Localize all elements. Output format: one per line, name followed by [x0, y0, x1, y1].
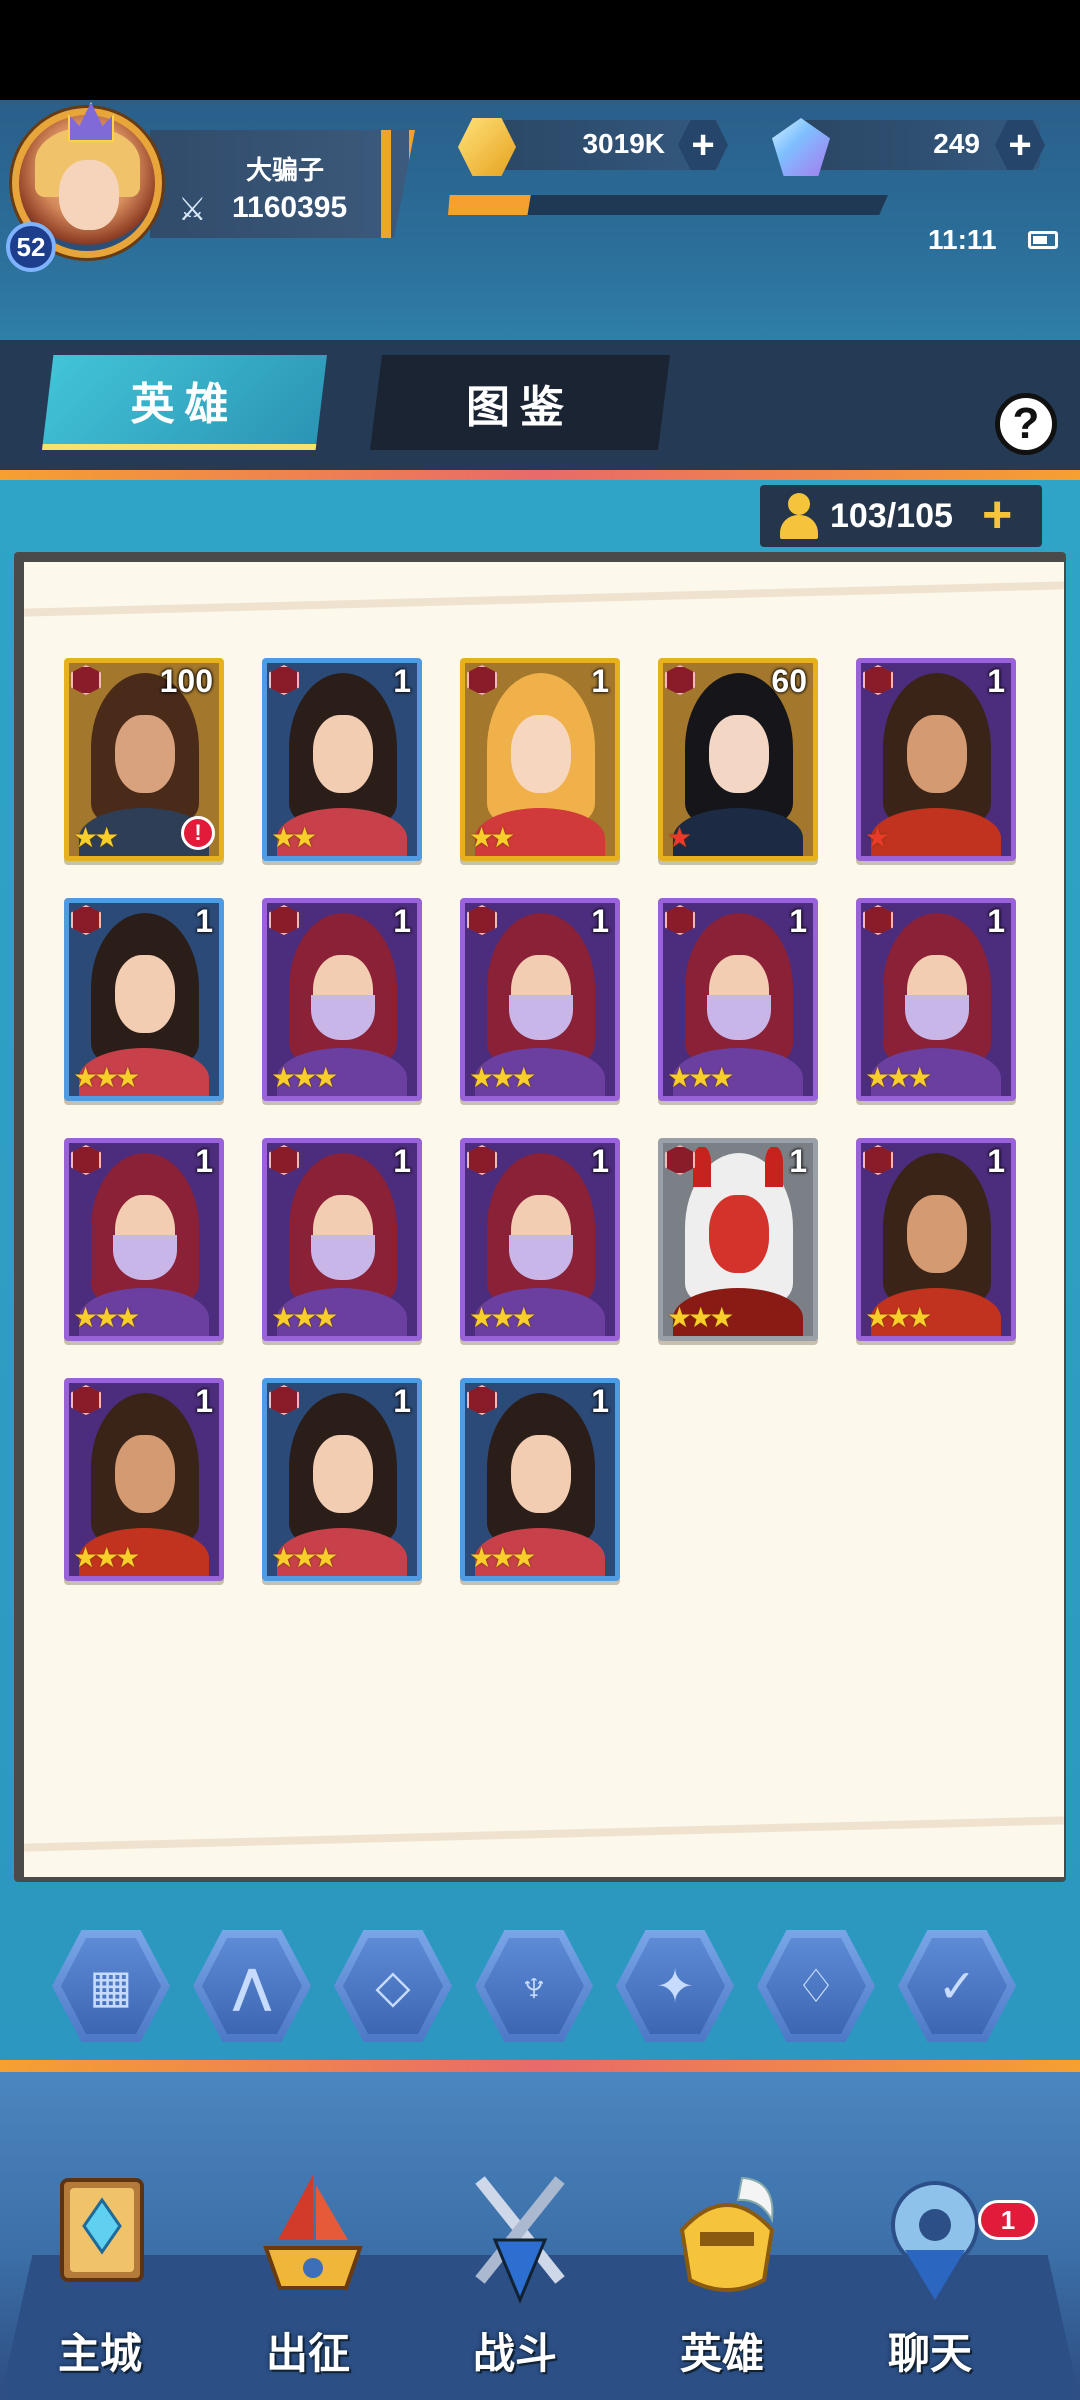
- hero-level: 1: [591, 663, 609, 699]
- hero-card[interactable]: 100 ★★!: [64, 658, 224, 861]
- nav-heroes-label: 英雄: [679, 2330, 764, 2377]
- nav-city-label: 主城: [57, 2330, 142, 2377]
- hero-stars: ★: [865, 822, 890, 853]
- hero-card[interactable]: 1 ★★★: [262, 1378, 422, 1581]
- chat-bubble-icon: [891, 2181, 979, 2300]
- class-4-icon: ✦: [625, 1938, 725, 2034]
- hero-stars: ★★★: [469, 1302, 536, 1333]
- hero-card[interactable]: 1 ★★★: [64, 898, 224, 1101]
- hero-level: 60: [771, 663, 807, 699]
- combat-power-value: 1160395: [232, 191, 348, 224]
- hero-level: 1: [987, 663, 1005, 699]
- spellbook-icon: [60, 2178, 144, 2282]
- hero-card[interactable]: 1 ★★★: [262, 898, 422, 1101]
- tab-heroes[interactable]: 英雄: [42, 355, 327, 450]
- hero-card[interactable]: 1 ★★★: [262, 1138, 422, 1341]
- hero-level: 1: [393, 663, 411, 699]
- hero-card[interactable]: 1 ★★★: [64, 1378, 224, 1581]
- crossed-swords-icon: [475, 2176, 565, 2304]
- hero-card[interactable]: 1 ★★★: [658, 1138, 818, 1341]
- clock: 11:11: [928, 224, 997, 255]
- hero-card[interactable]: 1 ★★★: [460, 898, 620, 1101]
- hero-stars: ★★★: [73, 1302, 140, 1333]
- system-status-bar: [0, 0, 1080, 100]
- hero-level: 1: [987, 1143, 1005, 1179]
- hero-stars: ★★★: [271, 1302, 338, 1333]
- hero-level: 1: [195, 1143, 213, 1179]
- player-level-badge: 52: [6, 222, 56, 272]
- hero-level: 1: [393, 1383, 411, 1419]
- hero-level: 1: [591, 1143, 609, 1179]
- class-5-icon: ♢: [766, 1938, 866, 2034]
- hero-card[interactable]: 1 ★★★: [64, 1138, 224, 1341]
- battery-icon: [1028, 231, 1058, 249]
- nav-battle-label: 战斗: [472, 2330, 557, 2377]
- hero-stars: ★: [667, 822, 692, 853]
- class-1-icon: ⋀: [202, 1938, 302, 2034]
- hero-stars: ★★★: [865, 1062, 932, 1093]
- player-name: 大骗子: [245, 155, 324, 185]
- hero-level: 1: [789, 903, 807, 939]
- hero-card[interactable]: 1 ★★★: [856, 898, 1016, 1101]
- hero-card[interactable]: 1 ★★★: [460, 1378, 620, 1581]
- hero-level: 1: [393, 903, 411, 939]
- hero-stars: ★★: [271, 822, 317, 853]
- hero-level: 1: [591, 903, 609, 939]
- hero-stars: ★★★: [271, 1062, 338, 1093]
- person-icon: [778, 493, 818, 539]
- hero-stars: ★★★: [865, 1302, 932, 1333]
- hero-card[interactable]: 1 ★★★: [658, 898, 818, 1101]
- capacity-count: 103/105: [830, 497, 953, 535]
- hero-stars: ★★: [469, 822, 515, 853]
- gold-amount: 3019K: [582, 128, 665, 159]
- chat-notification-badge: 1: [978, 2200, 1038, 2240]
- hero-level: 1: [789, 1143, 807, 1179]
- tab-codex[interactable]: 图鉴: [370, 355, 670, 450]
- class-6-icon: ✓: [907, 1938, 1007, 2034]
- hero-stars: ★★★: [667, 1062, 734, 1093]
- nav-chat-label: 聊天: [887, 2330, 972, 2377]
- divider: [0, 2060, 1080, 2072]
- hero-stars: ★★★: [667, 1302, 734, 1333]
- nav-city[interactable]: 主城: [10, 2170, 190, 2400]
- gem-amount: 249: [933, 128, 980, 159]
- hero-card[interactable]: 1 ★★★: [856, 1138, 1016, 1341]
- hero-card[interactable]: 1 ★★: [262, 658, 422, 861]
- hero-card[interactable]: 1 ★: [856, 658, 1016, 861]
- nav-heroes[interactable]: 英雄: [632, 2170, 812, 2400]
- hero-stars: ★★★: [73, 1542, 140, 1573]
- hero-level: 100: [159, 663, 213, 699]
- ship-icon: [263, 2175, 363, 2290]
- hero-helmet-icon: [679, 2176, 775, 2292]
- help-button[interactable]: ?: [995, 393, 1057, 455]
- nav-expedition-label: 出征: [265, 2330, 350, 2377]
- class-2-icon: ◇: [343, 1938, 443, 2034]
- hero-level: 1: [195, 1383, 213, 1419]
- hero-card[interactable]: 1 ★★: [460, 658, 620, 861]
- nav-expedition[interactable]: 出征: [218, 2170, 398, 2400]
- hero-level: 1: [591, 1383, 609, 1419]
- divider: [0, 470, 1080, 480]
- crossed-swords-icon: ⚔: [178, 191, 207, 227]
- all-filter-icon: ▦: [61, 1938, 161, 2034]
- alert-icon: !: [181, 816, 215, 850]
- hero-capacity[interactable]: 103/105 +: [760, 485, 1042, 547]
- class-3-icon: ♆: [484, 1938, 584, 2034]
- hero-stars: ★★★: [469, 1062, 536, 1093]
- hero-level: 1: [987, 903, 1005, 939]
- expand-capacity-button[interactable]: +: [982, 489, 1012, 541]
- exp-bar-fill: [448, 195, 531, 215]
- hero-stars: ★★★: [73, 1062, 140, 1093]
- hero-stars: ★★★: [271, 1542, 338, 1573]
- nav-battle[interactable]: 战斗: [425, 2170, 605, 2400]
- hero-card[interactable]: 1 ★★★: [460, 1138, 620, 1341]
- hero-stars: ★★: [73, 822, 119, 853]
- hero-stars: ★★★: [469, 1542, 536, 1573]
- hero-level: 1: [393, 1143, 411, 1179]
- hero-card[interactable]: 60 ★: [658, 658, 818, 861]
- hero-level: 1: [195, 903, 213, 939]
